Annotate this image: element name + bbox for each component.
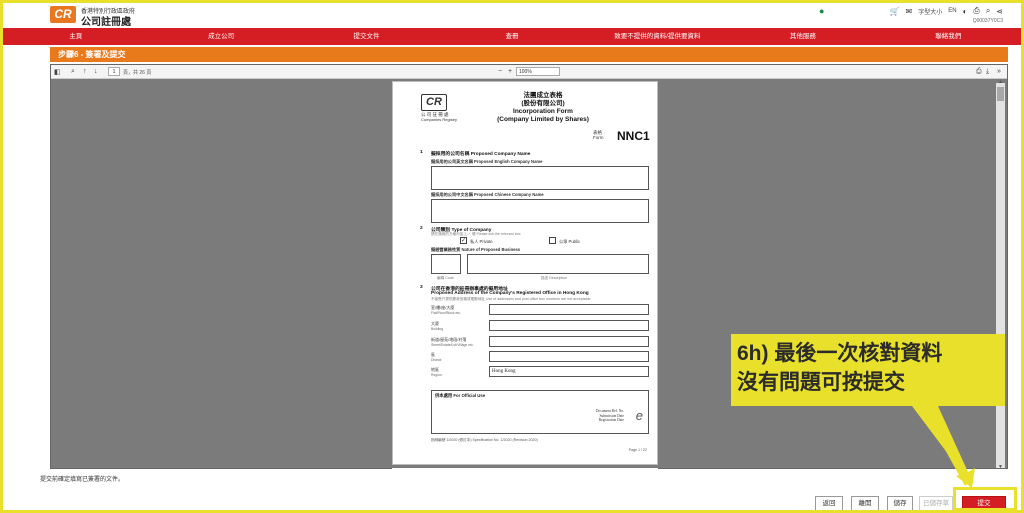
- callout-arrow: [912, 404, 975, 488]
